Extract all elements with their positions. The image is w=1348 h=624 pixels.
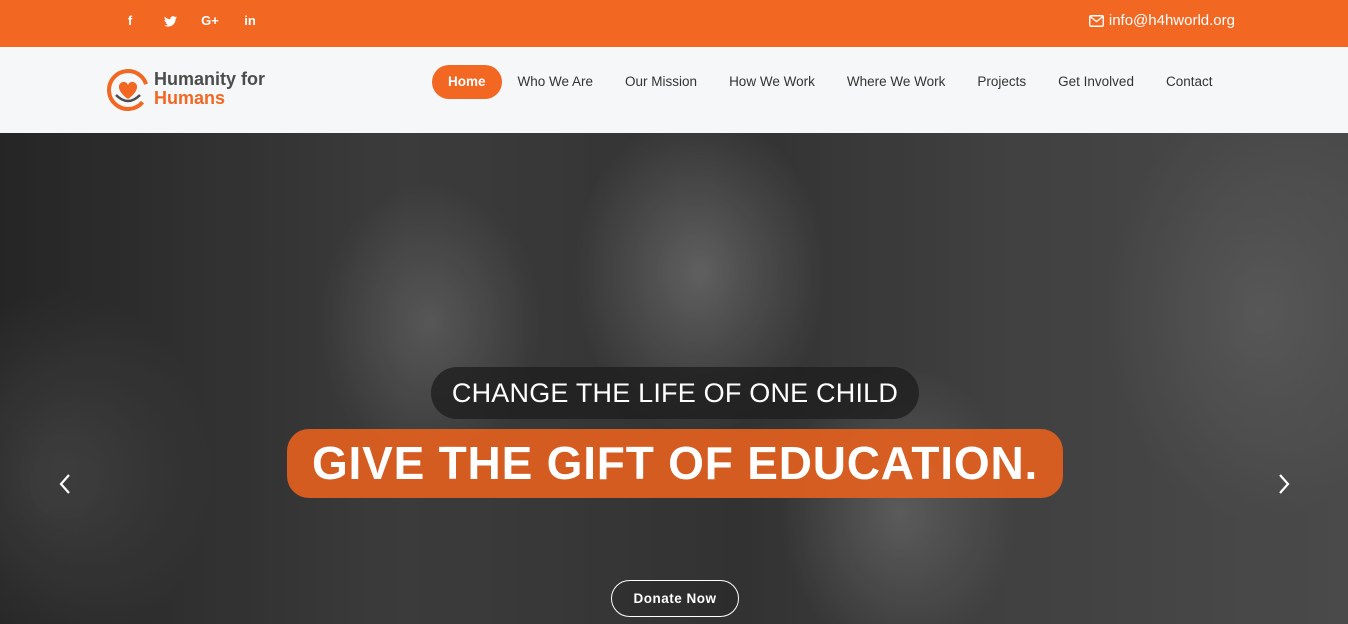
hero-headline: GIVE THE GIFT OF EDUCATION.	[287, 429, 1063, 498]
email-text[interactable]: info@h4hworld.org	[1109, 12, 1235, 29]
nav-item-where-we-work[interactable]: Where We Work	[831, 65, 962, 99]
linkedin-icon[interactable]: in	[230, 13, 270, 29]
top-bar: f G+ in info@h4hworld.org	[0, 0, 1348, 47]
donate-now-button[interactable]: Donate Now	[611, 580, 739, 617]
nav-item-our-mission[interactable]: Our Mission	[609, 65, 713, 99]
contact-email[interactable]: info@h4hworld.org	[1088, 12, 1235, 29]
logo[interactable]: Humanity for Humans	[104, 65, 265, 113]
nav-item-projects[interactable]: Projects	[961, 65, 1042, 99]
nav-item-home[interactable]: Home	[432, 65, 502, 99]
slider-next-button[interactable]	[1249, 449, 1319, 519]
hero-slider: CHANGE THE LIFE OF ONE CHILD GIVE THE GI…	[0, 133, 1348, 624]
nav-item-who-we-are[interactable]: Who We Are	[502, 65, 610, 99]
site-header: Humanity for Humans Home Who We Are Our …	[0, 47, 1348, 133]
slider-prev-button[interactable]	[30, 449, 100, 519]
nav-item-get-involved[interactable]: Get Involved	[1042, 65, 1150, 99]
chevron-right-icon	[1279, 474, 1290, 494]
social-links: f G+ in	[110, 13, 270, 29]
twitter-icon[interactable]	[150, 13, 190, 29]
logo-line-1: Humanity for	[154, 69, 266, 89]
facebook-icon[interactable]: f	[110, 13, 150, 29]
google-plus-icon[interactable]: G+	[190, 13, 230, 29]
envelope-icon	[1088, 14, 1104, 27]
main-nav: Home Who We Are Our Mission How We Work …	[432, 65, 1228, 99]
logo-line-2: Humans	[154, 88, 226, 108]
hero-tagline: CHANGE THE LIFE OF ONE CHILD	[431, 367, 919, 419]
chevron-left-icon	[59, 474, 70, 494]
logo-heart-hands-icon	[107, 69, 149, 111]
nav-item-how-we-work[interactable]: How We Work	[713, 65, 831, 99]
nav-item-contact[interactable]: Contact	[1150, 65, 1229, 99]
